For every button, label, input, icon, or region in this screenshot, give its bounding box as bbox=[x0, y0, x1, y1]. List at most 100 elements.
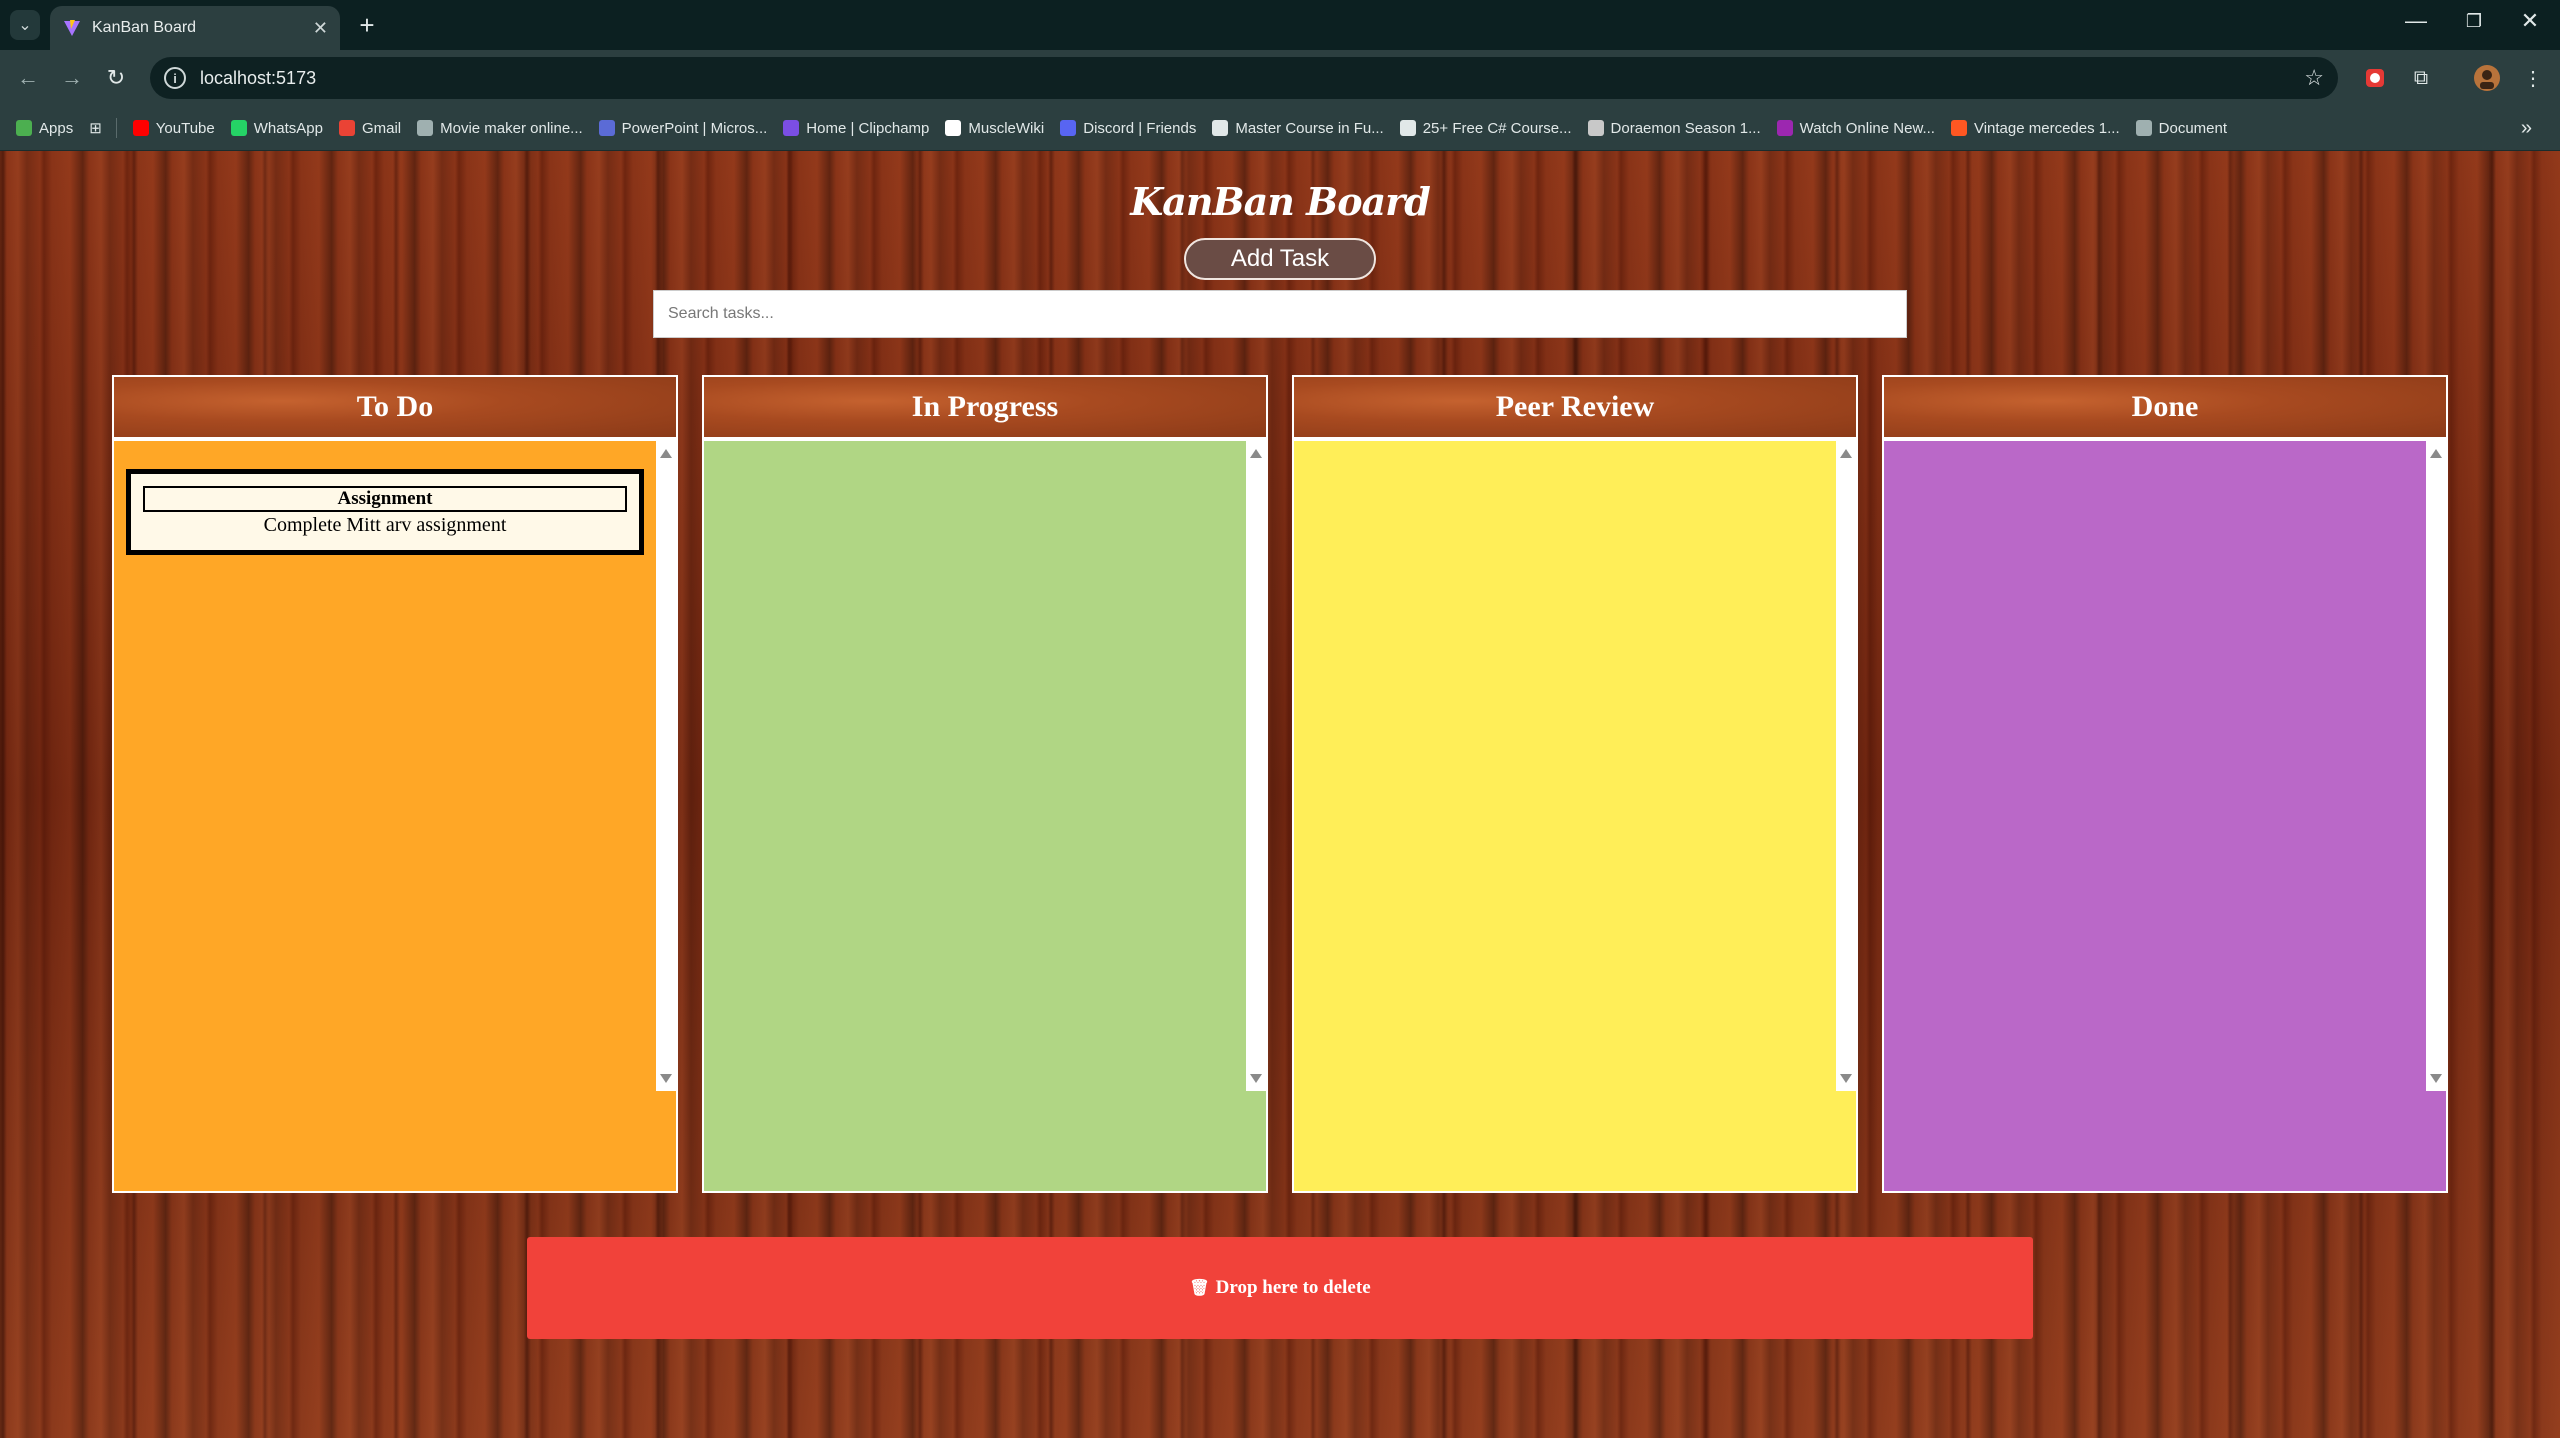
scroll-down-arrow-icon[interactable] bbox=[1840, 1074, 1852, 1083]
scroll-up-arrow-icon[interactable] bbox=[2430, 449, 2442, 458]
flame-icon bbox=[1950, 120, 1967, 136]
url-text: localhost:5173 bbox=[200, 67, 317, 88]
globe-icon bbox=[2135, 120, 2152, 136]
browser-tab-strip: ⌄ KanBan Board ✕ + — ❐ ✕ bbox=[0, 0, 2560, 50]
bookmark-item[interactable]: Master Course in Fu... bbox=[1212, 119, 1384, 137]
profile-avatar[interactable] bbox=[2472, 63, 2502, 93]
bookmark-label: YouTube bbox=[155, 119, 215, 137]
bookmark-item[interactable]: Gmail bbox=[338, 119, 402, 137]
bookmark-item[interactable]: Document bbox=[2135, 119, 2228, 137]
column-header: In Progress bbox=[704, 377, 1266, 441]
restore-icon[interactable]: ❐ bbox=[2454, 11, 2494, 32]
kanban-page: KanBan Board Add Task To Do Assignment C… bbox=[0, 151, 2560, 1438]
address-bar[interactable]: i localhost:5173 ☆ bbox=[150, 57, 2338, 99]
bookmark-label: Master Course in Fu... bbox=[1235, 119, 1384, 137]
bookmark-item[interactable]: Home | Clipchamp bbox=[783, 120, 929, 137]
column-body[interactable] bbox=[1884, 441, 2446, 1191]
bookmark-label: Gmail bbox=[361, 119, 402, 137]
clipchamp-icon bbox=[783, 120, 800, 136]
bookmark-label: Movie maker online... bbox=[440, 119, 583, 137]
more-bookmarks-icon[interactable]: » bbox=[2521, 117, 2532, 140]
bookmark-label: PowerPoint | Micros... bbox=[621, 119, 768, 137]
gmail-icon bbox=[338, 120, 355, 136]
discord-icon bbox=[1060, 120, 1077, 136]
add-task-button[interactable]: Add Task bbox=[1184, 238, 1376, 280]
reload-icon[interactable]: ↻ bbox=[100, 62, 132, 94]
bookmark-label: WhatsApp bbox=[253, 119, 323, 137]
bookmark-item[interactable]: Apps bbox=[16, 120, 73, 137]
site-info-icon[interactable]: i bbox=[164, 67, 186, 89]
column-body[interactable] bbox=[1294, 441, 1856, 1191]
apps-grid-icon bbox=[16, 120, 32, 136]
column-body[interactable] bbox=[704, 441, 1266, 1191]
bookmark-label: Discord | Friends bbox=[1083, 119, 1197, 137]
bookmark-label: Document bbox=[2158, 119, 2228, 137]
bookmark-item[interactable]: Movie maker online... bbox=[417, 120, 583, 137]
extension-red-icon[interactable] bbox=[2360, 63, 2390, 93]
bookmark-label: Watch Online New... bbox=[1799, 119, 1935, 137]
bookmark-item[interactable]: PowerPoint | Micros... bbox=[598, 119, 768, 137]
youtube-icon bbox=[132, 120, 149, 136]
column-header: To Do bbox=[114, 377, 676, 441]
new-tab-button[interactable]: + bbox=[352, 10, 382, 40]
browser-tab[interactable]: KanBan Board ✕ bbox=[50, 6, 340, 50]
bookmark-label: Vintage mercedes 1... bbox=[1973, 119, 2120, 137]
column-to-do[interactable]: To Do Assignment Complete Mitt arv assig… bbox=[112, 375, 678, 1193]
bookmark-label: Home | Clipchamp bbox=[806, 119, 930, 137]
extensions-puzzle-icon[interactable]: ⧉ bbox=[2406, 63, 2436, 93]
browser-menu-icon[interactable]: ⋮ bbox=[2518, 63, 2548, 93]
doraemon-icon bbox=[1587, 120, 1604, 136]
back-icon[interactable]: ← bbox=[12, 62, 44, 94]
column-scrollbar[interactable] bbox=[2426, 441, 2446, 1091]
minimize-icon[interactable]: — bbox=[2396, 8, 2436, 34]
column-body[interactable]: Assignment Complete Mitt arv assignment bbox=[114, 441, 676, 1191]
search-input[interactable] bbox=[653, 290, 1907, 338]
whatsapp-icon bbox=[230, 120, 247, 136]
column-header: Done bbox=[1884, 377, 2446, 441]
close-tab-icon[interactable]: ✕ bbox=[313, 18, 328, 39]
bookmark-label: Apps bbox=[39, 119, 74, 137]
musclewiki-icon bbox=[945, 120, 962, 136]
tab-groups-icon[interactable]: ⊞ bbox=[89, 119, 102, 137]
close-window-icon[interactable]: ✕ bbox=[2510, 8, 2550, 34]
browser-toolbar: ← → ↻ i localhost:5173 ☆ ⧉ ⋮ bbox=[0, 50, 2560, 106]
forward-icon[interactable]: → bbox=[56, 62, 88, 94]
c-icon bbox=[1399, 120, 1416, 136]
bookmark-item[interactable]: Doraemon Season 1... bbox=[1587, 120, 1761, 137]
column-scrollbar[interactable] bbox=[656, 441, 676, 1091]
column-scrollbar[interactable] bbox=[1246, 441, 1266, 1091]
bookmark-star-icon[interactable]: ☆ bbox=[2304, 65, 2324, 91]
column-peer-review[interactable]: Peer Review bbox=[1292, 375, 1858, 1193]
delete-drop-zone[interactable]: 🗑 Drop here to delete bbox=[527, 1237, 2033, 1339]
bookmark-item[interactable]: MuscleWiki bbox=[945, 120, 1044, 137]
bookmark-item[interactable]: Watch Online New... bbox=[1776, 119, 1935, 137]
bookmarks-bar: Apps ⊞ YouTube WhatsApp Gmail Movie maker onl… bbox=[0, 106, 2560, 151]
scroll-down-arrow-icon[interactable] bbox=[2430, 1074, 2442, 1083]
powerpoint-icon bbox=[598, 120, 615, 136]
scroll-up-arrow-icon[interactable] bbox=[660, 449, 672, 458]
task-title: Assignment bbox=[143, 486, 627, 512]
bookmark-item[interactable]: WhatsApp bbox=[230, 119, 323, 137]
scroll-down-arrow-icon[interactable] bbox=[660, 1074, 672, 1083]
bookmark-item[interactable]: Vintage mercedes 1... bbox=[1950, 119, 2120, 137]
trash-icon: 🗑 bbox=[1189, 1280, 1210, 1297]
scroll-up-arrow-icon[interactable] bbox=[1840, 449, 1852, 458]
column-header: Peer Review bbox=[1294, 377, 1856, 441]
bookmark-item[interactable]: Discord | Friends bbox=[1060, 120, 1196, 137]
bookmarks-divider bbox=[115, 118, 117, 138]
bookmark-item[interactable]: 25+ Free C# Course... bbox=[1399, 119, 1572, 137]
task-description: Complete Mitt arv assignment bbox=[263, 514, 507, 536]
scroll-down-arrow-icon[interactable] bbox=[1250, 1074, 1262, 1083]
bookmark-label: 25+ Free C# Course... bbox=[1422, 119, 1572, 137]
vite-favicon-icon bbox=[62, 18, 82, 38]
page-title: KanBan Board bbox=[1130, 179, 1431, 224]
bookmark-item[interactable]: YouTube bbox=[132, 119, 215, 137]
scroll-up-arrow-icon[interactable] bbox=[1250, 449, 1262, 458]
tab-search-button[interactable]: ⌄ bbox=[10, 10, 40, 40]
tab-title: KanBan Board bbox=[92, 19, 197, 36]
column-done[interactable]: Done bbox=[1882, 375, 2448, 1193]
globe-icon bbox=[417, 120, 434, 136]
column-scrollbar[interactable] bbox=[1836, 441, 1856, 1091]
column-in-progress[interactable]: In Progress bbox=[702, 375, 1268, 1193]
task-card[interactable]: Assignment Complete Mitt arv assignment bbox=[126, 469, 644, 555]
